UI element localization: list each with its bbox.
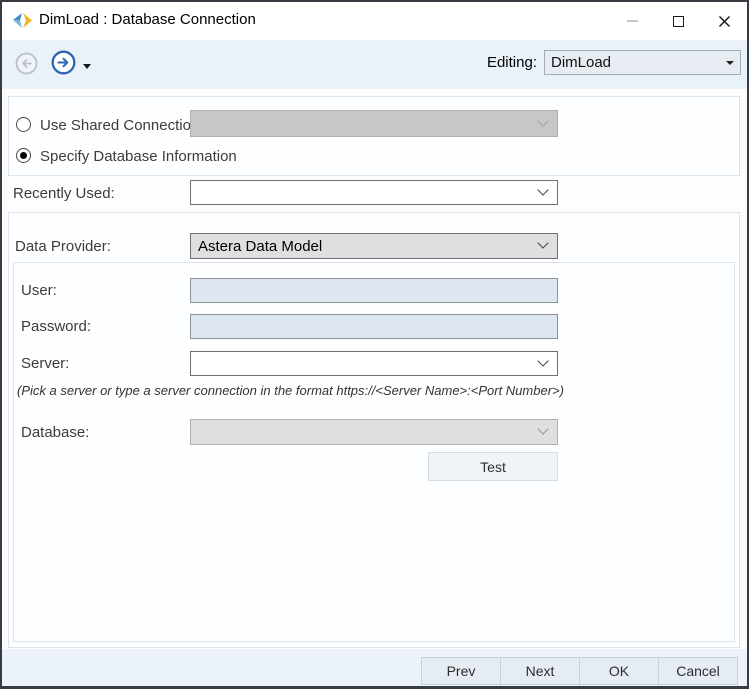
next-button[interactable]: Next: [500, 657, 580, 685]
footer-bar: Prev Next OK Cancel: [0, 649, 749, 689]
user-label: User:: [21, 282, 57, 299]
ok-button[interactable]: OK: [579, 657, 659, 685]
arrow-right-circle-icon: [51, 50, 76, 75]
footer-buttons: Prev Next OK Cancel: [421, 657, 738, 685]
server-format-hint: (Pick a server or type a server connecti…: [17, 383, 564, 398]
database-label: Database:: [21, 424, 89, 441]
user-input[interactable]: [190, 278, 558, 303]
data-provider-combobox[interactable]: Astera Data Model: [190, 233, 558, 259]
server-combobox[interactable]: [190, 351, 558, 376]
editing-label: Editing:: [487, 54, 537, 71]
minimize-icon: [627, 20, 638, 22]
chevron-down-icon: [537, 184, 548, 195]
toolbar: Editing: DimLoad: [0, 40, 749, 89]
maximize-icon: [673, 16, 684, 27]
test-button[interactable]: Test: [428, 452, 558, 481]
close-button[interactable]: [701, 2, 747, 40]
chevron-down-icon: [537, 423, 548, 434]
password-input[interactable]: [190, 314, 558, 339]
editing-group: Editing: DimLoad: [487, 50, 741, 75]
back-button[interactable]: [15, 52, 38, 75]
window-title: DimLoad : Database Connection: [39, 0, 256, 40]
server-label: Server:: [21, 355, 69, 372]
title-bar: DimLoad : Database Connection: [0, 0, 749, 40]
minimize-button[interactable]: [609, 2, 655, 40]
close-icon: [717, 14, 732, 29]
window-controls: [609, 2, 747, 40]
cancel-button[interactable]: Cancel: [658, 657, 738, 685]
chevron-down-icon: [537, 237, 548, 248]
use-shared-connection-radio[interactable]: [16, 117, 31, 132]
data-provider-label: Data Provider:: [15, 238, 111, 255]
specify-database-radio[interactable]: [16, 148, 31, 163]
recently-used-label: Recently Used:: [13, 185, 115, 202]
editing-combobox[interactable]: DimLoad: [544, 50, 741, 75]
chevron-down-icon: [537, 115, 548, 126]
arrow-left-circle-icon: [15, 52, 38, 75]
dialog-window: DimLoad : Database Connection: [0, 0, 749, 689]
editing-value: DimLoad: [551, 54, 611, 71]
specify-database-label: Specify Database Information: [40, 148, 237, 165]
chevron-down-icon: [537, 355, 548, 366]
use-shared-connection-label: Use Shared Connection: [40, 117, 199, 134]
forward-button[interactable]: [51, 50, 76, 75]
data-provider-value: Astera Data Model: [198, 238, 322, 255]
app-icon: [13, 12, 32, 29]
maximize-button[interactable]: [655, 2, 701, 40]
database-combobox[interactable]: [190, 419, 558, 445]
forward-menu-caret-icon[interactable]: [83, 64, 91, 69]
password-label: Password:: [21, 318, 91, 335]
recently-used-combobox[interactable]: [190, 180, 558, 205]
caret-down-icon: [726, 61, 734, 65]
prev-button[interactable]: Prev: [421, 657, 501, 685]
shared-connection-combobox[interactable]: [190, 110, 558, 137]
